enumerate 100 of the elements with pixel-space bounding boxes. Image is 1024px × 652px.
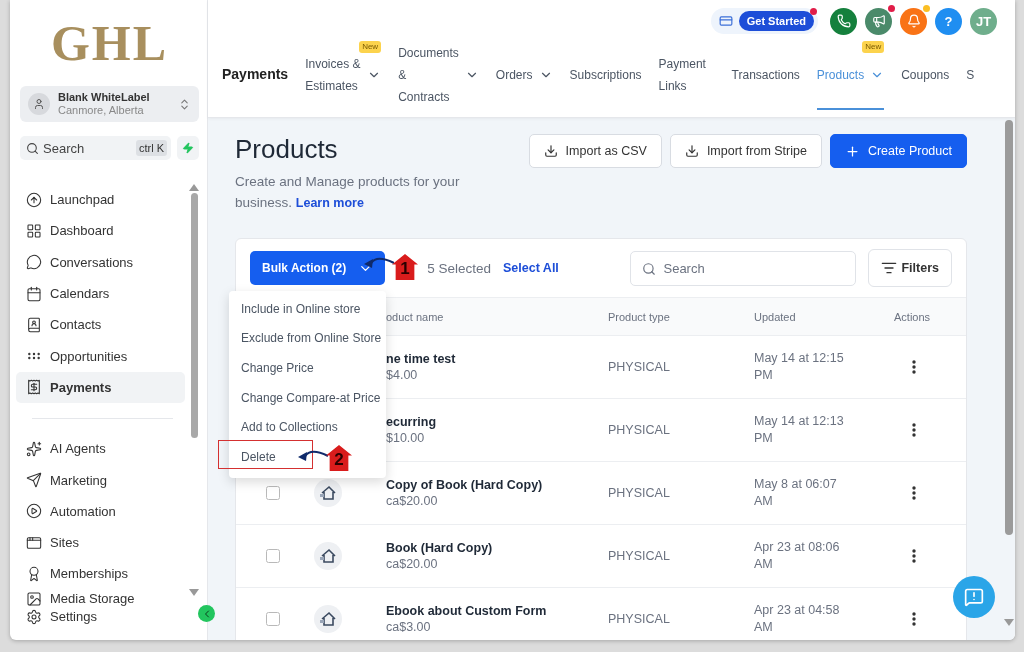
scrollbar-thumb[interactable]: [1005, 120, 1013, 535]
search-icon: [642, 261, 657, 276]
more-icon: [912, 612, 916, 626]
image-icon: [26, 590, 42, 607]
shortcut-key: ctrl K: [135, 140, 167, 156]
receipt-icon: [26, 379, 42, 396]
filters-button[interactable]: Filters: [868, 249, 952, 287]
bell-icon: [906, 14, 921, 28]
product-type: PHYSICAL: [608, 423, 671, 437]
product-price: $4.00: [386, 368, 419, 382]
send-icon: [26, 472, 42, 488]
scroll-down-arrow[interactable]: [189, 589, 199, 596]
phone-icon: [836, 14, 851, 28]
house-icon: [319, 610, 337, 628]
product-price: ca$20.00: [386, 557, 439, 571]
row-checkbox[interactable]: [266, 486, 280, 500]
product-name: Copy of Book (Hard Copy): [386, 478, 544, 492]
nav-tab[interactable]: Transactions: [731, 42, 800, 110]
select-all-link[interactable]: Select All: [503, 261, 559, 275]
updated-date: May 8 at 06:07 AM: [754, 476, 838, 510]
browser-window-icon: [26, 534, 42, 551]
import-button[interactable]: Import as CSV: [528, 134, 662, 168]
more-icon: [912, 423, 916, 437]
nav-tab[interactable]: Coupons: [901, 42, 950, 110]
more-icon: [912, 549, 916, 563]
column-header: oduct name: [386, 310, 445, 323]
bulk-action-button[interactable]: Bulk Action (2): [250, 251, 386, 285]
nav-tab[interactable]: Documents & Contracts: [398, 42, 479, 110]
updated-date: Apr 23 at 04:58 AM: [754, 602, 841, 636]
download-icon: [543, 144, 558, 158]
more-icon: [912, 486, 916, 500]
sidebar-item[interactable]: Automation: [16, 495, 185, 527]
house-icon: [319, 484, 337, 502]
sidebar-item[interactable]: Memberships: [16, 558, 185, 590]
product-price: $10.00: [386, 431, 426, 445]
quick-action-button[interactable]: [177, 136, 199, 160]
new-badge: New: [359, 41, 382, 53]
row-checkbox[interactable]: [266, 612, 280, 626]
sidebar-item[interactable]: Dashboard: [16, 215, 185, 247]
up-down-chevron-icon: [178, 97, 191, 111]
learn-more-link[interactable]: Learn more: [295, 196, 364, 210]
sidebar-item[interactable]: Payments: [16, 371, 185, 404]
play-circle-icon: [26, 503, 42, 520]
sidebar-item[interactable]: Media Storage: [16, 589, 185, 606]
product-price: ca$3.00: [386, 620, 432, 634]
updated-date: Apr 23 at 08:06 AM: [754, 539, 841, 573]
selected-count: 5 Selected: [427, 260, 492, 276]
search-icon: [26, 141, 39, 155]
menu-item[interactable]: Delete: [229, 441, 280, 472]
sidebar-item[interactable]: Conversations: [16, 246, 185, 278]
menu-item[interactable]: Add to Collections: [229, 412, 342, 442]
feedback-icon: [964, 587, 984, 607]
import-button[interactable]: Import from Stripe: [669, 134, 822, 168]
nav-tab[interactable]: Invoices & Estimates New: [305, 42, 382, 110]
more-icon: [912, 360, 916, 374]
new-badge: New: [862, 41, 885, 53]
company-logo: GHL: [49, 14, 170, 73]
menu-item[interactable]: Change Compare-at Price: [229, 382, 385, 413]
sidebar-search[interactable]: Search ctrl K: [20, 136, 171, 160]
pointer-arrow: [298, 450, 328, 461]
house-icon: [319, 547, 337, 565]
sidebar-item[interactable]: Launchpad: [16, 184, 185, 216]
menu-item[interactable]: Change Price: [229, 353, 318, 383]
nav-tab[interactable]: S: [966, 42, 975, 110]
sidebar-item[interactable]: Calendars: [16, 277, 185, 310]
grid-icon: [26, 222, 42, 239]
sidebar-item[interactable]: Marketing: [16, 464, 185, 496]
megaphone-icon: [871, 14, 886, 28]
sparkles-icon: [26, 440, 42, 457]
nav-tab[interactable]: Subscriptions: [569, 42, 642, 110]
column-header: Actions: [894, 310, 932, 323]
pointer-arrow: [364, 257, 394, 268]
scrollbar-thumb[interactable]: [190, 193, 198, 438]
product-price: ca$20.00: [386, 494, 439, 508]
account-switcher[interactable]: Blank WhiteLabel Canmore, Alberta: [20, 86, 199, 122]
product-type: PHYSICAL: [608, 549, 671, 563]
nav-tab[interactable]: Orders: [495, 42, 553, 110]
row-checkbox[interactable]: [266, 549, 280, 563]
announcements-button[interactable]: [865, 7, 892, 35]
card-icon: [718, 14, 733, 28]
settings-icon: [26, 608, 42, 625]
sidebar-item[interactable]: Sites: [16, 526, 185, 559]
scroll-down-arrow[interactable]: [1004, 619, 1014, 626]
get-started-button[interactable]: Get Started: [738, 11, 814, 31]
account-name: Blank WhiteLabel: [58, 91, 151, 104]
nav-tab[interactable]: Products New: [816, 42, 885, 110]
search-field[interactable]: Search: [630, 250, 857, 286]
menu-item[interactable]: Include in Online store: [229, 294, 365, 324]
calendar-icon: [26, 285, 42, 302]
sidebar-item[interactable]: Opportunities: [16, 340, 185, 372]
phone-button[interactable]: [830, 7, 857, 35]
menu-item[interactable]: Exclude from Online Store: [229, 323, 386, 354]
product-name: ne time test: [386, 352, 457, 366]
sidebar-item[interactable]: Contacts: [16, 309, 185, 341]
sidebar-item[interactable]: AI Agents: [16, 433, 185, 465]
nav-tab[interactable]: Payment Links: [658, 42, 715, 110]
column-header: Product type: [608, 310, 671, 323]
create-product-button[interactable]: Create Product: [829, 134, 967, 168]
notifications-button[interactable]: [900, 7, 927, 35]
account-avatar: [28, 93, 50, 115]
